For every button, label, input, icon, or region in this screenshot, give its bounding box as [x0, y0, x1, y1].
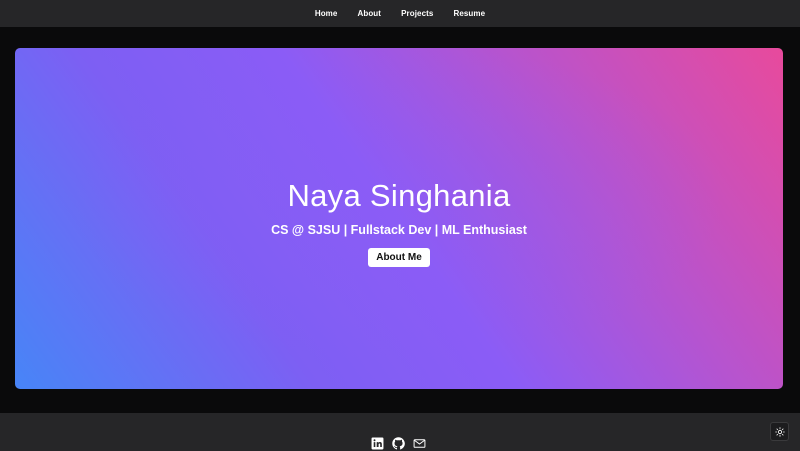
nav-link-home[interactable]: Home [306, 9, 347, 18]
hero-card: Naya Singhania CS @ SJSU | Fullstack Dev… [15, 48, 783, 389]
linkedin-link[interactable] [371, 437, 384, 450]
about-me-button[interactable]: About Me [368, 248, 430, 267]
github-icon [392, 437, 405, 450]
main-content: Naya Singhania CS @ SJSU | Fullstack Dev… [0, 27, 800, 413]
email-link[interactable] [413, 437, 426, 450]
linkedin-icon [371, 437, 384, 450]
social-links [371, 437, 426, 450]
nav-links: Home About Projects Resume [306, 9, 494, 18]
footer [0, 413, 800, 451]
nav-link-resume[interactable]: Resume [444, 9, 494, 18]
theme-toggle-button[interactable] [770, 422, 789, 441]
mail-icon [413, 439, 426, 448]
github-link[interactable] [392, 437, 405, 450]
hero-tagline: CS @ SJSU | Fullstack Dev | ML Enthusias… [271, 223, 527, 237]
sun-icon [774, 426, 785, 437]
nav-link-about[interactable]: About [348, 9, 390, 18]
nav-link-projects[interactable]: Projects [392, 9, 442, 18]
top-navbar: Home About Projects Resume [0, 0, 800, 27]
hero-name: Naya Singhania [287, 178, 511, 213]
